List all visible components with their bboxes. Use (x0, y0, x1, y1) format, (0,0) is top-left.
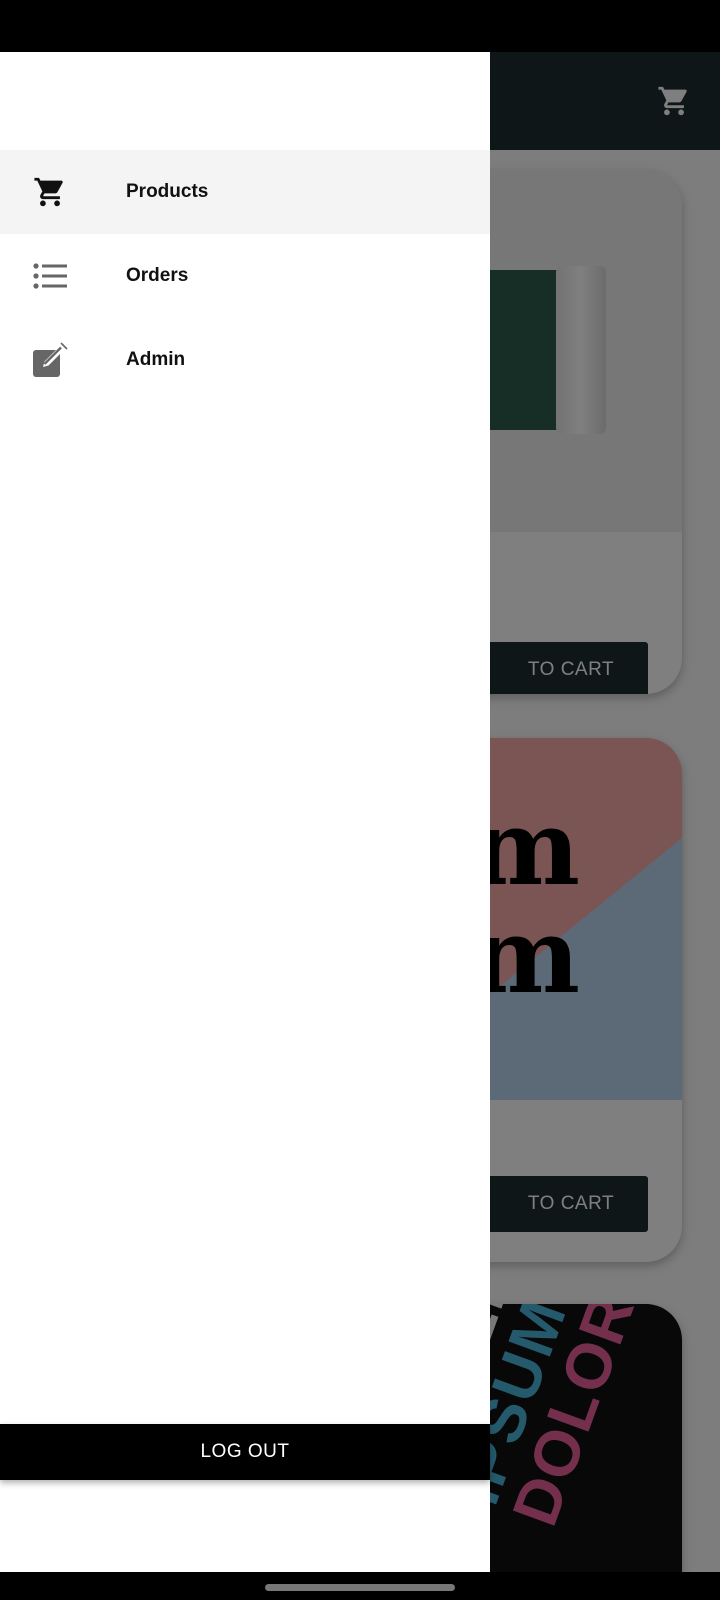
drawer-item-label: Orders (126, 265, 189, 286)
drawer-item-admin[interactable]: Admin (0, 318, 490, 402)
navigation-drawer: Products Orders Admin LOG OUT (0, 52, 490, 1572)
list-icon (30, 256, 70, 296)
system-navigation-bar (0, 1572, 720, 1600)
drawer-header (0, 52, 490, 150)
cart-icon (30, 172, 70, 212)
drawer-item-label: Admin (126, 349, 186, 370)
edit-icon (30, 340, 70, 380)
gesture-handle[interactable] (265, 1584, 455, 1591)
drawer-item-orders[interactable]: Orders (0, 234, 490, 318)
drawer-item-products[interactable]: Products (0, 150, 490, 234)
status-bar (0, 0, 720, 52)
drawer-item-label: Products (126, 181, 209, 202)
screen: TO CART m m TO CART LOREM IPSUM DOLOR (0, 0, 720, 1600)
logout-button[interactable]: LOG OUT (0, 1424, 490, 1480)
